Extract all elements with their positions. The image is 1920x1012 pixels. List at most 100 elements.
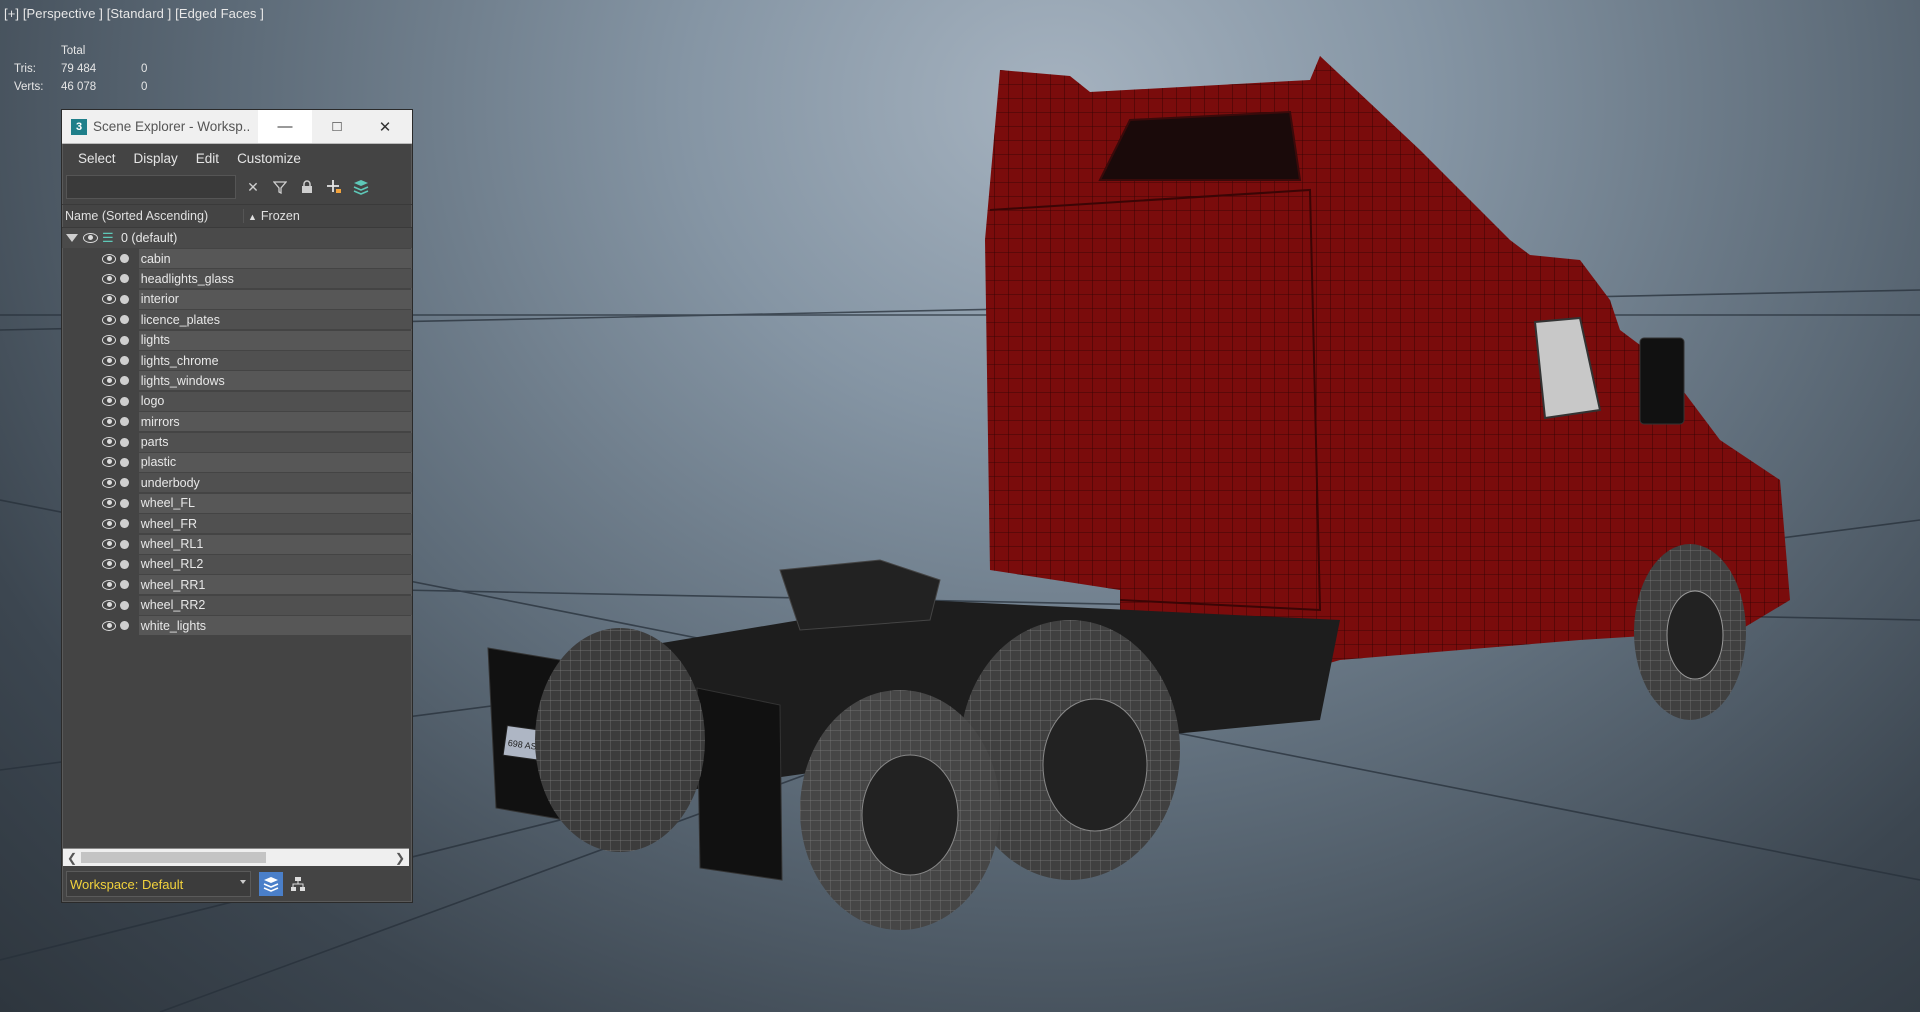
viewport-label[interactable]: [+] [Perspective ] [Standard ] [Edged Fa… [4,6,264,21]
object-icon [120,356,129,366]
object-row[interactable]: headlights_glass [62,269,412,289]
eye-icon[interactable] [102,253,117,264]
object-row[interactable]: interior [62,289,412,309]
close-button[interactable]: ✕ [360,110,410,143]
eye-icon[interactable] [102,396,117,407]
maximize-button[interactable]: □ [312,110,362,143]
object-name-cell[interactable]: logo [138,391,412,411]
object-name-cell[interactable]: parts [138,432,412,452]
eye-icon[interactable] [102,477,117,488]
object-row[interactable]: cabin [62,248,412,269]
object-name-cell[interactable]: licence_plates [138,310,412,330]
object-name-cell[interactable]: wheel_RR1 [138,575,412,595]
object-name-cell[interactable]: lights_windows [138,371,412,391]
object-row[interactable]: lights_windows [62,371,412,391]
object-row[interactable]: plastic [62,452,412,472]
object-name: logo [140,394,165,409]
object-name-cell[interactable]: wheel_FL [138,493,412,513]
menu-select[interactable]: Select [78,151,116,166]
menu-edit[interactable]: Edit [196,151,219,166]
stats-row-tris: Tris: 79 484 0 [14,60,147,78]
object-row[interactable]: mirrors [62,412,412,432]
object-name-cell[interactable]: underbody [138,473,412,493]
search-input[interactable] [66,175,236,199]
object-row[interactable]: licence_plates [62,310,412,330]
object-row[interactable]: white_lights [62,615,412,636]
stats-overlay: Total Tris: 79 484 0 Verts: 46 078 0 [14,42,147,96]
layer-view-button[interactable] [259,872,283,896]
scroll-left-icon[interactable]: ❮ [67,851,77,865]
object-icon [120,519,129,529]
column-header: Name (Sorted Ascending) ▲ Frozen [62,204,412,228]
object-row[interactable]: wheel_FL [62,493,412,513]
object-name-cell[interactable]: wheel_RL1 [138,534,412,554]
object-row[interactable]: lights_chrome [62,350,412,371]
object-name: headlights_glass [140,271,234,286]
eye-icon[interactable] [102,355,117,366]
eye-icon[interactable] [102,457,117,468]
workspace-select[interactable]: Workspace: Default [66,871,251,897]
menu-customize[interactable]: Customize [237,151,301,166]
eye-icon[interactable] [102,437,117,448]
object-name: wheel_RR2 [140,598,206,613]
object-name-cell[interactable]: white_lights [138,616,412,636]
window-titlebar[interactable]: 3 Scene Explorer - Worksp... — □ ✕ [62,110,412,144]
object-row[interactable]: underbody [62,473,412,493]
object-name-cell[interactable]: plastic [138,452,412,472]
lock-icon[interactable] [297,177,317,197]
object-row[interactable]: lights [62,330,412,350]
object-row[interactable]: logo [62,391,412,411]
eye-icon[interactable] [102,620,117,631]
object-name-cell[interactable]: mirrors [138,412,412,432]
layers-icon[interactable] [351,177,371,197]
object-name: mirrors [140,414,180,429]
eye-icon[interactable] [102,498,117,509]
filter-icon[interactable] [270,177,290,197]
eye-icon[interactable] [102,335,117,346]
stats-label: Tris: [14,63,36,75]
object-name-cell[interactable]: lights_chrome [138,351,412,371]
object-row[interactable]: wheel_FR [62,513,412,534]
eye-icon[interactable] [102,314,117,325]
eye-icon[interactable] [83,233,98,244]
scrollbar-thumb[interactable] [81,852,266,863]
eye-icon[interactable] [102,579,117,590]
layer-row[interactable]: ☰ 0 (default) [62,228,412,249]
object-name-cell[interactable]: wheel_RR2 [138,595,412,615]
object-name-cell[interactable]: wheel_RL2 [138,554,412,574]
column-frozen[interactable]: ▲ Frozen [244,209,300,223]
horizontal-scrollbar[interactable]: ❮ ❯ [63,848,409,866]
close-icon[interactable]: ✕ [243,177,263,197]
object-row[interactable]: parts [62,432,412,452]
window-title: Scene Explorer - Worksp... [93,119,249,134]
hierarchy-view-button[interactable] [286,872,310,896]
object-row[interactable]: wheel_RR2 [62,595,412,615]
minimize-button[interactable]: — [258,110,312,143]
eye-icon[interactable] [102,375,117,386]
object-name-cell[interactable]: lights [138,330,412,350]
object-name: wheel_RL1 [140,537,204,552]
scene-explorer-window: 3 Scene Explorer - Worksp... — □ ✕ Selec… [61,109,413,903]
menu-display[interactable]: Display [134,151,178,166]
column-name[interactable]: Name (Sorted Ascending) [62,209,244,223]
menu-bar: Select Display Edit Customize [62,144,412,172]
object-row[interactable]: wheel_RR1 [62,575,412,595]
scroll-right-icon[interactable]: ❯ [395,851,405,865]
eye-icon[interactable] [102,294,117,305]
object-icon [120,254,129,264]
add-icon[interactable] [324,177,344,197]
object-name-cell[interactable]: interior [138,289,412,309]
eye-icon[interactable] [102,600,117,611]
eye-icon[interactable] [102,539,117,550]
minimize-icon: — [277,118,293,135]
eye-icon[interactable] [102,273,117,284]
eye-icon[interactable] [102,559,117,570]
object-row[interactable]: wheel_RL2 [62,554,412,574]
object-row[interactable]: wheel_RL1 [62,534,412,554]
eye-icon[interactable] [102,416,117,427]
eye-icon[interactable] [102,518,117,529]
object-name-cell[interactable]: cabin [138,249,412,269]
object-name-cell[interactable]: wheel_FR [138,514,412,534]
expand-icon[interactable] [66,234,78,243]
object-name-cell[interactable]: headlights_glass [138,269,412,289]
